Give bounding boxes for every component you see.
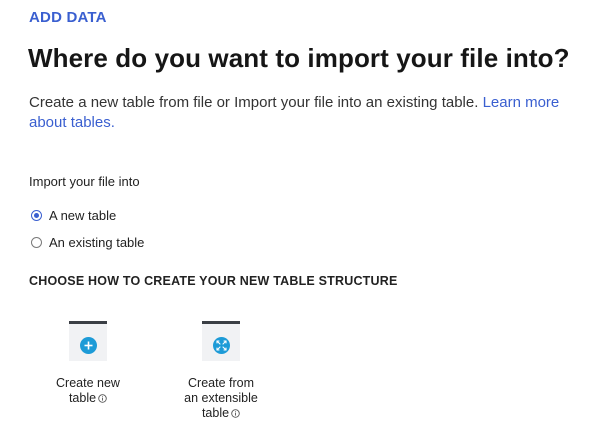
radio-option-existing-table[interactable]: An existing table — [31, 235, 144, 250]
radio-label-new-table: A new table — [49, 208, 117, 223]
info-icon[interactable] — [98, 392, 107, 407]
table-thumbnail — [69, 321, 107, 361]
create-new-table-card[interactable]: Create new table — [33, 321, 143, 407]
intro-paragraph: Create a new table from file or Import y… — [29, 93, 599, 133]
radio-button-unselected[interactable] — [31, 237, 42, 248]
add-data-page: ADD DATA Where do you want to import you… — [0, 0, 600, 431]
card-label-line: Create from — [188, 376, 254, 390]
card-label-line: Create new — [56, 376, 120, 390]
page-eyebrow: ADD DATA — [29, 9, 107, 26]
info-icon[interactable] — [231, 407, 240, 422]
card-label-line: an extensible — [184, 391, 258, 405]
structure-heading: CHOOSE HOW TO CREATE YOUR NEW TABLE STRU… — [29, 274, 398, 288]
table-thumbnail — [202, 321, 240, 361]
radio-label-existing-table: An existing table — [49, 235, 145, 250]
intro-text: Create a new table from file or Import y… — [29, 94, 483, 111]
thumbnail-header-bar — [202, 321, 240, 324]
radio-button-selected[interactable] — [31, 210, 42, 221]
create-from-extensible-label: Create from an extensible table — [166, 376, 276, 422]
expand-arrows-icon — [213, 337, 230, 354]
thumbnail-header-bar — [69, 321, 107, 324]
radio-option-new-table[interactable]: A new table — [31, 208, 116, 223]
radio-dot — [34, 213, 39, 218]
page-title: Where do you want to import your file in… — [28, 43, 570, 73]
create-from-extensible-table-card[interactable]: Create from an extensible table — [166, 321, 276, 422]
plus-icon — [80, 337, 97, 354]
import-into-label: Import your file into — [29, 174, 140, 189]
card-label-line: table — [68, 391, 97, 405]
create-new-table-label: Create new table — [33, 376, 143, 407]
card-label-line: table — [201, 406, 230, 420]
